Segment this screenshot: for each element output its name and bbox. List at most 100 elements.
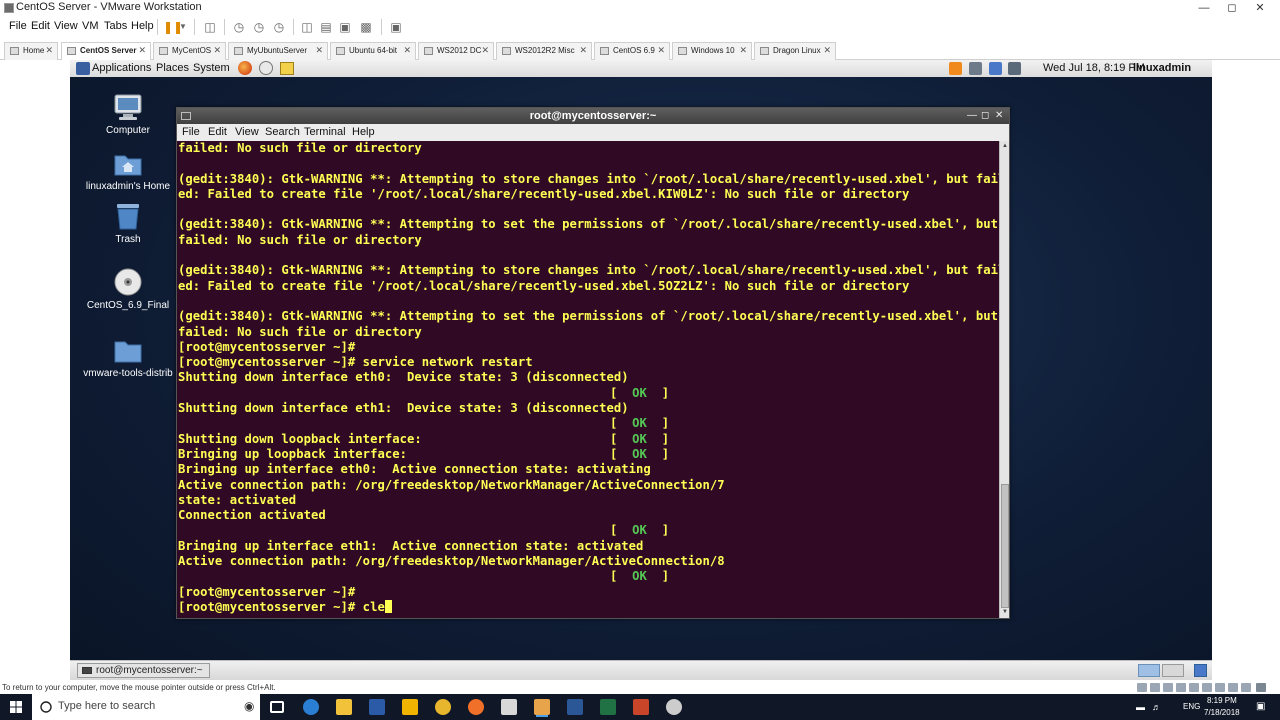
- full-screen-icon[interactable]: ▣: [337, 19, 353, 35]
- snapshot-icon[interactable]: ◷: [231, 19, 247, 35]
- thumbnail-bar-icon[interactable]: ▤: [318, 19, 334, 35]
- desktop-icon-home[interactable]: linuxadmin's Home: [70, 148, 186, 192]
- pause-icon[interactable]: ❚❚: [163, 19, 183, 35]
- word-icon[interactable]: [567, 699, 583, 715]
- maximize-icon[interactable]: ◻: [1218, 0, 1246, 16]
- update-notifier-icon[interactable]: [949, 62, 962, 75]
- sound-card-icon[interactable]: [1202, 683, 1212, 692]
- tab-windows-10[interactable]: Windows 10 ✕: [672, 42, 752, 60]
- taskbar-search-box[interactable]: Type here to search ◉: [32, 694, 260, 720]
- printer-icon[interactable]: [1215, 683, 1225, 692]
- tab-mycentos[interactable]: MyCentOS ✕: [153, 42, 226, 60]
- workspace-1[interactable]: [1138, 664, 1160, 677]
- hard-disk-icon[interactable]: [1137, 683, 1147, 692]
- menu-vm[interactable]: VM: [82, 20, 99, 32]
- minimize-icon[interactable]: —: [967, 108, 977, 124]
- tab-ubuntu-64-bit[interactable]: Ubuntu 64-bit ✕: [330, 42, 416, 60]
- bluetooth-icon[interactable]: [989, 62, 1002, 75]
- menu-places[interactable]: Places: [156, 62, 189, 74]
- close-icon[interactable]: ✕: [823, 45, 831, 56]
- chevron-down-icon[interactable]: ▼: [178, 19, 188, 35]
- vmware-icon[interactable]: [534, 699, 550, 715]
- desktop-icon-vmware-tools[interactable]: vmware-tools-distrib: [70, 335, 186, 379]
- tab-dragon-linux[interactable]: Dragon Linux ✕: [754, 42, 836, 60]
- terminal-menu-search[interactable]: Search: [265, 126, 300, 138]
- firefox-icon[interactable]: [468, 699, 484, 715]
- tray-volume-icon[interactable]: ♬: [1152, 702, 1161, 712]
- maximize-icon[interactable]: ◻: [981, 108, 989, 124]
- mail-icon[interactable]: [501, 699, 517, 715]
- show-library-icon[interactable]: ◫: [299, 19, 315, 35]
- terminal-menu-help[interactable]: Help: [352, 126, 375, 138]
- tab-home[interactable]: Home ✕: [4, 42, 58, 60]
- unity-icon[interactable]: ▩: [358, 19, 374, 35]
- menu-edit[interactable]: Edit: [31, 20, 50, 32]
- cd-dvd-icon[interactable]: [1150, 683, 1160, 692]
- file-explorer-icon[interactable]: [336, 699, 352, 715]
- edge-icon[interactable]: [303, 699, 319, 715]
- close-icon[interactable]: ✕: [138, 45, 146, 56]
- task-view-icon[interactable]: [270, 701, 284, 713]
- revert-snapshot-icon[interactable]: ◷: [251, 19, 267, 35]
- tray-network-icon[interactable]: ▬: [1136, 702, 1145, 712]
- terminal-scrollbar[interactable]: ▲ ▼: [999, 141, 1009, 618]
- tab-myubuntuserver[interactable]: MyUbuntuServer ✕: [228, 42, 328, 60]
- terminal-menu-file[interactable]: File: [182, 126, 200, 138]
- usb-icon[interactable]: [1189, 683, 1199, 692]
- menu-file[interactable]: File: [9, 20, 27, 32]
- close-icon[interactable]: ✕: [739, 45, 747, 56]
- minimize-icon[interactable]: —: [1190, 0, 1218, 16]
- terminal-titlebar[interactable]: root@mycentosserver:~ — ◻ ✕: [177, 108, 1009, 124]
- close-icon[interactable]: ✕: [481, 45, 489, 56]
- tab-ws2012-dc[interactable]: WS2012 DC ✕: [418, 42, 494, 60]
- excel-icon[interactable]: [600, 699, 616, 715]
- tray-language[interactable]: ENG: [1183, 702, 1200, 711]
- scrollbar-thumb[interactable]: [1001, 484, 1009, 608]
- panel-user[interactable]: linuxadmin: [1133, 62, 1191, 74]
- terminal-menu-view[interactable]: View: [235, 126, 259, 138]
- close-icon[interactable]: ✕: [579, 45, 587, 56]
- console-view-icon[interactable]: ▣: [388, 19, 404, 35]
- workspace-2[interactable]: [1162, 664, 1184, 677]
- tab-centos-server[interactable]: CentOS Server ✕: [61, 42, 151, 60]
- store-icon[interactable]: [402, 699, 418, 715]
- scroll-down-icon[interactable]: ▼: [1001, 608, 1009, 617]
- volume-icon[interactable]: [969, 62, 982, 75]
- powershell-icon[interactable]: [369, 699, 385, 715]
- start-button[interactable]: [0, 694, 32, 720]
- display-icon[interactable]: [1228, 683, 1238, 692]
- terminal-window[interactable]: root@mycentosserver:~ — ◻ ✕ File Edit Vi…: [176, 107, 1010, 619]
- action-center-icon[interactable]: ▣: [1256, 701, 1265, 712]
- menu-applications[interactable]: Applications: [92, 62, 151, 74]
- network-adapter-2-icon[interactable]: [1176, 683, 1186, 692]
- close-icon[interactable]: ✕: [657, 45, 665, 56]
- menu-view[interactable]: View: [54, 20, 78, 32]
- desktop-icon-computer[interactable]: Computer: [70, 92, 186, 136]
- desktop-icon-dvd[interactable]: CentOS_6.9_Final: [70, 267, 186, 311]
- firefox-launcher-icon[interactable]: [238, 61, 252, 75]
- network-icon[interactable]: [1008, 62, 1021, 75]
- terminal-menu-edit[interactable]: Edit: [208, 126, 227, 138]
- powerpoint-icon[interactable]: [633, 699, 649, 715]
- desktop-icon-trash[interactable]: Trash: [70, 201, 186, 245]
- menu-tabs[interactable]: Tabs: [104, 20, 127, 32]
- network-adapter-icon[interactable]: [1163, 683, 1173, 692]
- terminal-menu-terminal[interactable]: Terminal: [304, 126, 346, 138]
- tray-date[interactable]: 7/18/2018: [1204, 708, 1240, 717]
- guest-desktop[interactable]: Applications Places System Wed Jul 18, 8…: [70, 60, 1212, 680]
- close-icon[interactable]: ✕: [315, 45, 323, 56]
- tab-ws2012r2-misc[interactable]: WS2012R2 Misc ✕: [496, 42, 592, 60]
- menu-help[interactable]: Help: [131, 20, 154, 32]
- close-icon[interactable]: ✕: [403, 45, 411, 56]
- snapshot-manager-icon[interactable]: ◷: [271, 19, 287, 35]
- close-icon[interactable]: ✕: [45, 45, 53, 56]
- microphone-icon[interactable]: ◉: [244, 699, 254, 713]
- tab-centos-6-9[interactable]: CentOS 6.9 ✕: [594, 42, 670, 60]
- tray-time[interactable]: 8:19 PM: [1207, 696, 1237, 705]
- taskbar-terminal-button[interactable]: root@mycentosserver:~: [77, 663, 210, 678]
- scroll-up-icon[interactable]: ▲: [1001, 142, 1009, 151]
- mail-launcher-icon[interactable]: [259, 61, 273, 75]
- notes-launcher-icon[interactable]: [280, 62, 294, 75]
- chrome-icon[interactable]: [435, 699, 451, 715]
- menu-system[interactable]: System: [193, 62, 230, 74]
